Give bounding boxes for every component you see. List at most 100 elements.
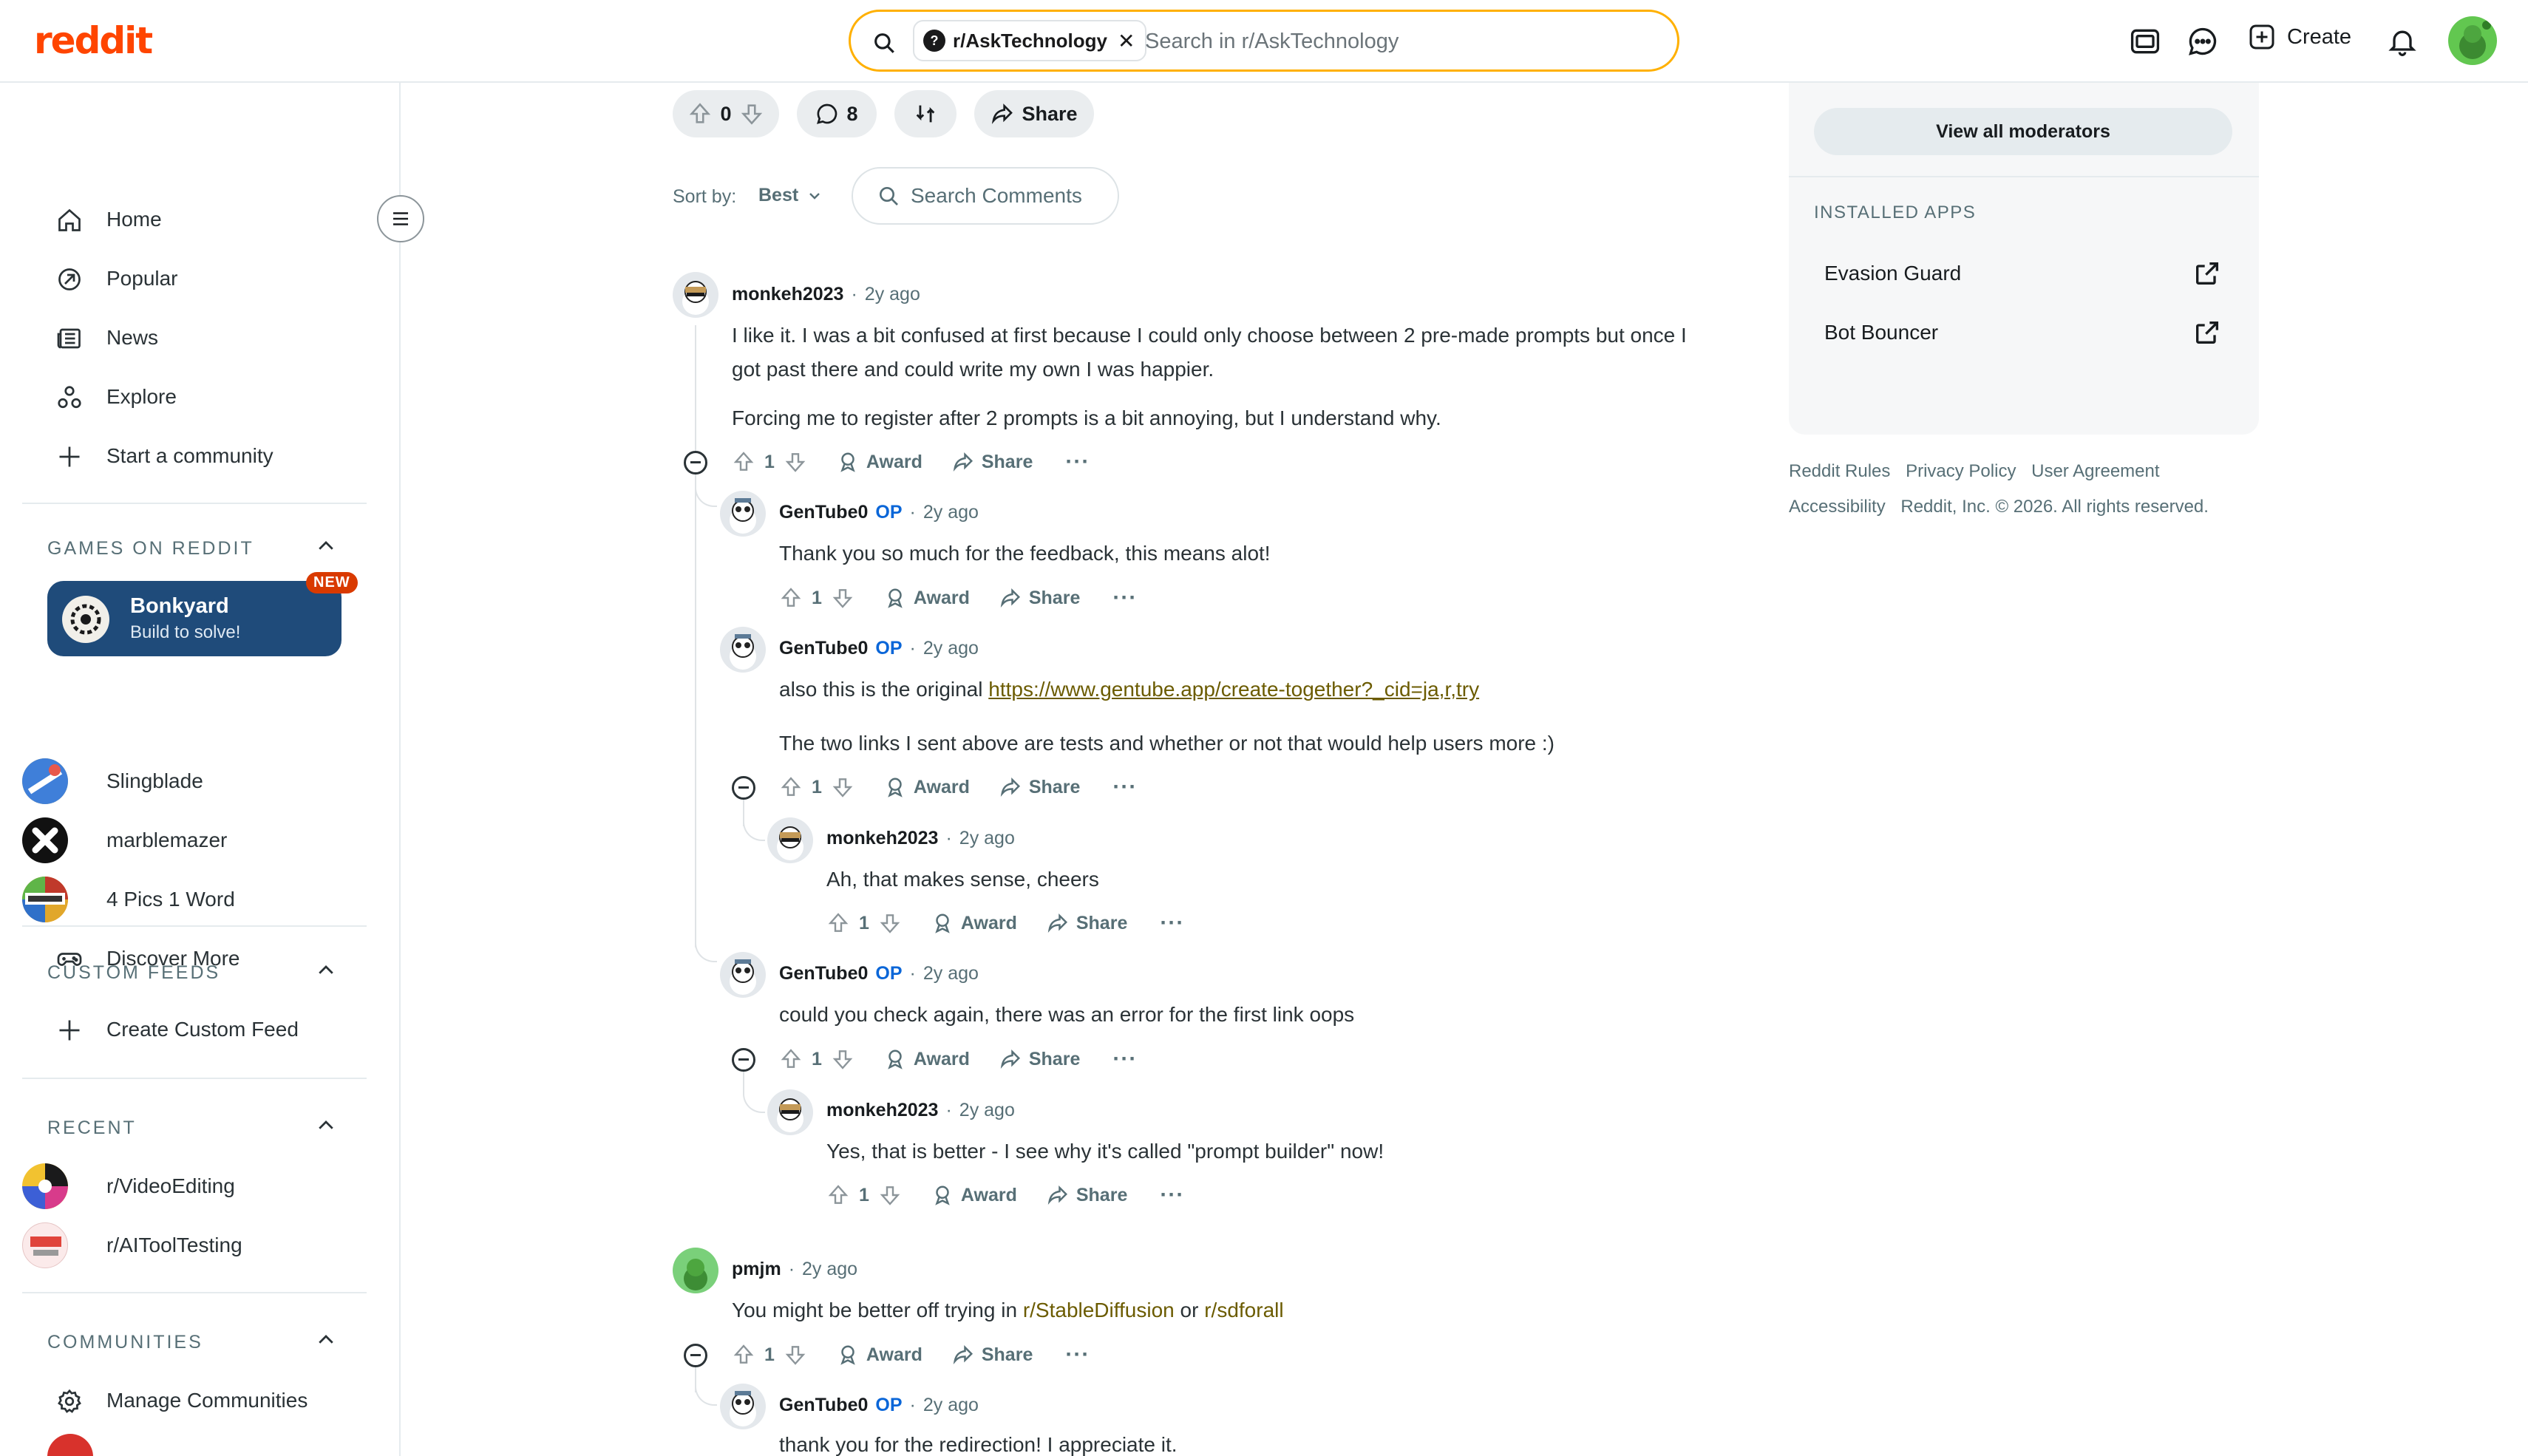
share-button[interactable]: Share bbox=[999, 587, 1080, 609]
upvote-icon[interactable] bbox=[826, 911, 850, 935]
user-avatar[interactable] bbox=[720, 1384, 766, 1429]
search-bar[interactable]: ? r/AskTechnology ✕ Search in r/AskTechn… bbox=[849, 10, 1679, 72]
collapse-thread-icon[interactable] bbox=[684, 1344, 707, 1367]
external-link-icon[interactable] bbox=[2192, 259, 2222, 288]
game-marblemazer[interactable]: marblemazer bbox=[22, 814, 370, 866]
custom-feeds-title[interactable]: CUSTOM FEEDS bbox=[47, 962, 220, 984]
footer-link[interactable]: Reddit Rules bbox=[1789, 461, 1890, 481]
featured-game-bonkyard[interactable]: Bonkyard Build to solve! bbox=[47, 581, 342, 656]
comment-author[interactable]: GenTube0 bbox=[779, 638, 868, 659]
more-options-icon[interactable]: ··· bbox=[1065, 449, 1090, 474]
create-custom-feed[interactable]: Create Custom Feed bbox=[22, 1004, 370, 1055]
user-avatar[interactable] bbox=[2448, 16, 2497, 65]
user-avatar[interactable] bbox=[720, 627, 766, 673]
comment-link[interactable]: https://www.gentube.app/create-together?… bbox=[988, 678, 1479, 701]
recent-videoediting[interactable]: r/VideoEditing bbox=[22, 1160, 370, 1212]
comment-author[interactable]: monkeh2023 bbox=[826, 828, 938, 849]
upvote-icon[interactable] bbox=[826, 1183, 850, 1207]
post-comments-button[interactable]: 8 bbox=[797, 90, 877, 137]
nav-home[interactable]: Home bbox=[22, 194, 370, 245]
downvote-icon[interactable] bbox=[784, 450, 807, 474]
downvote-icon[interactable] bbox=[784, 1343, 807, 1367]
upvote-icon[interactable] bbox=[732, 1343, 755, 1367]
collapse-thread-icon[interactable] bbox=[732, 1048, 755, 1072]
nav-explore[interactable]: Explore bbox=[22, 371, 370, 423]
more-options-icon[interactable]: ··· bbox=[1112, 1047, 1137, 1072]
upvote-icon[interactable] bbox=[779, 1047, 803, 1071]
user-avatar[interactable] bbox=[767, 1089, 813, 1135]
recent-aitooltesting[interactable]: r/AIToolTesting bbox=[22, 1219, 370, 1271]
share-button[interactable]: Share bbox=[999, 1048, 1080, 1070]
nav-popular[interactable]: Popular bbox=[22, 253, 370, 305]
community-icon-partial[interactable] bbox=[47, 1434, 93, 1456]
communities-title[interactable]: COMMUNITIES bbox=[47, 1332, 203, 1353]
share-button[interactable]: Share bbox=[952, 1344, 1033, 1366]
comment-author[interactable]: monkeh2023 bbox=[732, 284, 843, 305]
collapse-thread-icon[interactable] bbox=[732, 776, 755, 800]
more-options-icon[interactable]: ··· bbox=[1065, 1342, 1090, 1367]
award-button[interactable]: Award bbox=[884, 776, 970, 798]
chevron-up-icon[interactable] bbox=[315, 959, 337, 982]
recent-title[interactable]: RECENT bbox=[47, 1117, 137, 1139]
reddit-logo[interactable]: reddit bbox=[34, 19, 153, 62]
share-button[interactable]: Share bbox=[999, 776, 1080, 798]
games-section-title[interactable]: GAMES ON REDDIT bbox=[47, 538, 254, 559]
footer-link[interactable]: Privacy Policy bbox=[1906, 461, 2016, 481]
share-button[interactable]: Share bbox=[952, 451, 1033, 473]
more-options-icon[interactable]: ··· bbox=[1160, 911, 1184, 936]
upvote-icon[interactable] bbox=[779, 775, 803, 799]
award-button[interactable]: Award bbox=[837, 1344, 922, 1366]
award-button[interactable]: Award bbox=[931, 1184, 1017, 1206]
more-options-icon[interactable]: ··· bbox=[1112, 775, 1137, 800]
view-all-moderators-button[interactable]: View all moderators bbox=[1814, 108, 2232, 155]
comment-author[interactable]: GenTube0 bbox=[779, 1395, 868, 1416]
chat-icon[interactable] bbox=[2186, 25, 2219, 58]
footer-link[interactable]: User Agreement bbox=[2031, 461, 2159, 481]
sort-dropdown[interactable]: Best bbox=[758, 185, 823, 206]
user-avatar[interactable] bbox=[673, 272, 718, 318]
manage-communities[interactable]: Manage Communities bbox=[22, 1375, 370, 1426]
share-button[interactable]: Share bbox=[1047, 1184, 1127, 1206]
downvote-icon[interactable] bbox=[831, 775, 854, 799]
collapse-thread-icon[interactable] bbox=[684, 451, 707, 474]
notifications-bell-icon[interactable] bbox=[2386, 25, 2419, 58]
crosspost-button[interactable] bbox=[894, 90, 957, 137]
chevron-up-icon[interactable] bbox=[315, 535, 337, 557]
award-button[interactable]: Award bbox=[837, 451, 922, 473]
upvote-icon[interactable] bbox=[779, 586, 803, 610]
post-share-button[interactable]: Share bbox=[974, 90, 1094, 137]
chevron-up-icon[interactable] bbox=[315, 1329, 337, 1351]
comment-author[interactable]: pmjm bbox=[732, 1259, 781, 1280]
subreddit-filter-chip[interactable]: ? r/AskTechnology ✕ bbox=[913, 20, 1147, 61]
award-button[interactable]: Award bbox=[884, 1048, 970, 1070]
downvote-icon[interactable] bbox=[878, 911, 902, 935]
share-button[interactable]: Share bbox=[1047, 912, 1127, 934]
user-avatar[interactable] bbox=[673, 1248, 718, 1293]
subreddit-link[interactable]: r/sdforall bbox=[1204, 1299, 1283, 1321]
award-button[interactable]: Award bbox=[931, 912, 1017, 934]
downvote-icon[interactable] bbox=[878, 1183, 902, 1207]
nav-start-community[interactable]: Start a community bbox=[22, 430, 370, 482]
subreddit-link[interactable]: r/StableDiffusion bbox=[1023, 1299, 1175, 1321]
upvote-icon[interactable] bbox=[687, 101, 713, 126]
search-placeholder[interactable]: Search in r/AskTechnology bbox=[1145, 30, 1399, 54]
upvote-icon[interactable] bbox=[732, 450, 755, 474]
app-evasion-guard[interactable]: Evasion Guard bbox=[1824, 262, 1961, 285]
comment-author[interactable]: GenTube0 bbox=[779, 963, 868, 984]
award-button[interactable]: Award bbox=[884, 587, 970, 609]
external-link-icon[interactable] bbox=[2192, 318, 2222, 347]
advertise-icon[interactable] bbox=[2129, 25, 2161, 58]
comment-author[interactable]: monkeh2023 bbox=[826, 1100, 938, 1121]
game-slingblade[interactable]: Slingblade bbox=[22, 755, 370, 807]
collapse-sidebar-button[interactable] bbox=[377, 195, 424, 242]
footer-link[interactable]: Accessibility bbox=[1789, 497, 1886, 517]
more-options-icon[interactable]: ··· bbox=[1160, 1183, 1184, 1208]
user-avatar[interactable] bbox=[720, 491, 766, 537]
more-options-icon[interactable]: ··· bbox=[1112, 585, 1137, 610]
create-post-button[interactable]: Create bbox=[2247, 22, 2351, 52]
chevron-up-icon[interactable] bbox=[315, 1115, 337, 1137]
remove-filter-icon[interactable]: ✕ bbox=[1118, 29, 1135, 53]
comment-author[interactable]: GenTube0 bbox=[779, 502, 868, 523]
downvote-icon[interactable] bbox=[831, 1047, 854, 1071]
downvote-icon[interactable] bbox=[739, 101, 764, 126]
